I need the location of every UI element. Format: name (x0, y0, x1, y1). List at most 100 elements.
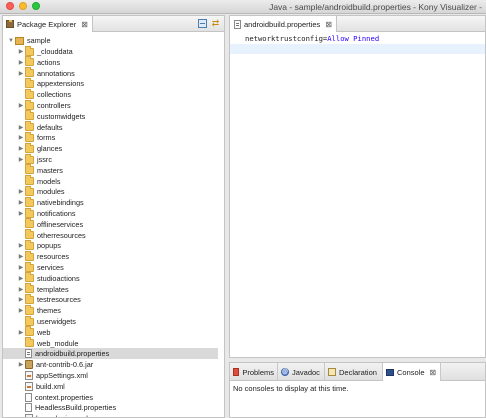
package-explorer-pane: Package Explorer ⊠ ⇄ ▼ sample ▶ _clouddat… (2, 15, 225, 418)
window-minimize-button[interactable] (19, 2, 27, 10)
tree-item-label: themes (37, 306, 61, 316)
chevron-right-icon[interactable]: ▶ (17, 361, 25, 369)
tree-item[interactable]: ▶ jssrc (17, 153, 52, 165)
tree-item[interactable]: konyplugins.xml (17, 413, 88, 417)
file-icon (25, 403, 32, 413)
chevron-right-icon[interactable]: ▶ (17, 274, 25, 282)
folder-icon (25, 250, 34, 261)
code-line-1[interactable]: networktrustconfig=Allow Pinned (230, 33, 485, 44)
chevron-down-icon[interactable]: ▼ (7, 37, 15, 45)
folder-icon (25, 229, 34, 240)
chevron-right-icon[interactable]: ▶ (17, 210, 25, 218)
tab-problems[interactable]: Problems (230, 363, 278, 381)
tree-item[interactable]: ▶ services (17, 261, 64, 273)
tree-item-label: models (37, 176, 61, 186)
chevron-right-icon[interactable]: ▶ (17, 102, 25, 110)
chevron-right-icon[interactable]: ▶ (17, 307, 25, 315)
tree-item[interactable]: appSettings.xml (17, 370, 88, 381)
tree-item[interactable]: build.xml (17, 381, 65, 392)
folder-icon (25, 337, 34, 348)
tree-item-label: appSettings.xml (36, 371, 88, 380)
tree-item[interactable]: ▶ themes (17, 304, 61, 316)
window-maximize-button[interactable] (32, 2, 40, 10)
chevron-right-icon[interactable]: ▶ (17, 48, 25, 56)
window-close-button[interactable] (6, 2, 14, 10)
tree-item[interactable]: androidbuild.properties (3, 348, 218, 360)
folder-icon (25, 142, 34, 153)
tab-declaration[interactable]: Declaration (325, 363, 383, 381)
close-icon[interactable]: ⊠ (325, 20, 332, 29)
tree-item[interactable]: context.properties (17, 392, 93, 403)
tree-item[interactable]: ▶ web (17, 326, 51, 338)
tree-item-label: konyplugins.xml (36, 414, 88, 417)
folder-icon (25, 326, 34, 337)
folder-icon (25, 207, 34, 218)
close-icon[interactable]: ⊠ (81, 20, 88, 29)
chevron-right-icon[interactable]: ▶ (17, 156, 25, 164)
collapse-all-icon[interactable] (198, 19, 207, 28)
bottom-panel: Problems @ Javadoc Declaration Console ⊠… (229, 362, 486, 418)
tree-item-label: notifications (37, 209, 76, 218)
tree-item-label: build.xml (36, 381, 65, 391)
tree-item[interactable]: ▶ forms (17, 131, 55, 143)
tree-project-row[interactable]: ▼ sample (7, 35, 51, 46)
folder-icon (25, 88, 34, 99)
chevron-right-icon[interactable]: ▶ (17, 296, 25, 304)
close-icon[interactable]: ⊠ (430, 368, 437, 377)
chevron-right-icon[interactable]: ▶ (17, 199, 25, 207)
chevron-right-icon[interactable]: ▶ (17, 145, 25, 153)
chevron-right-icon[interactable]: ▶ (17, 285, 25, 293)
tree-item-label: testresources (37, 295, 81, 305)
javadoc-icon: @ (281, 368, 289, 376)
link-with-editor-icon[interactable]: ⇄ (211, 19, 220, 28)
folder-icon (25, 293, 34, 304)
tree-item-label: annotations (37, 68, 75, 78)
chevron-right-icon[interactable]: ▶ (17, 328, 25, 336)
folder-icon (25, 175, 34, 186)
folder-icon (25, 185, 34, 196)
chevron-right-icon[interactable]: ▶ (17, 264, 25, 272)
console-message: No consoles to display at this time. (233, 384, 349, 393)
tree-item[interactable]: ▶ popups (17, 239, 61, 251)
chevron-right-icon[interactable]: ▶ (17, 69, 25, 77)
editor-tab-label: androidbuild.properties (244, 19, 321, 29)
tree-item-label: web (37, 327, 51, 337)
tree-item[interactable]: ▶ ant-contrib-0.6.jar (17, 359, 93, 370)
folder-icon (25, 121, 34, 132)
tree-item-label: userwidgets (37, 317, 76, 326)
folder-icon (25, 77, 34, 88)
tab-androidbuild-properties[interactable]: androidbuild.properties ⊠ (230, 16, 338, 32)
chevron-right-icon[interactable]: ▶ (17, 188, 25, 196)
chevron-right-icon[interactable]: ▶ (17, 123, 25, 131)
tab-javadoc[interactable]: @ Javadoc (278, 363, 325, 381)
tree-item-label: studioactions (37, 273, 80, 283)
properties-file-icon (234, 19, 241, 29)
chevron-right-icon[interactable]: ▶ (17, 253, 25, 261)
tree-item[interactable]: ▶ actions (17, 56, 60, 68)
tab-console[interactable]: Console ⊠ (383, 363, 441, 381)
tree-item[interactable]: ▶ defaults (17, 121, 63, 133)
chevron-right-icon[interactable]: ▶ (17, 58, 25, 66)
folder-icon (25, 56, 34, 67)
tree-item-label: customwidgets (37, 111, 86, 121)
editor-text-area[interactable]: networktrustconfig=Allow Pinned (230, 33, 485, 357)
tab-package-explorer[interactable]: Package Explorer ⊠ (3, 16, 93, 32)
chevron-right-icon[interactable]: ▶ (17, 134, 25, 142)
folder-icon (25, 196, 34, 207)
tab-label: Package Explorer (17, 19, 77, 29)
tree-item[interactable]: ▶ glances (17, 142, 62, 154)
file-icon (25, 392, 32, 402)
folder-icon (25, 261, 34, 272)
tree-item[interactable]: models (17, 175, 61, 187)
tree-item[interactable]: masters (17, 164, 63, 176)
chevron-right-icon[interactable]: ▶ (17, 242, 25, 250)
tree-item[interactable]: HeadlessBuild.properties (17, 402, 116, 413)
tree-item[interactable]: web_module (17, 337, 78, 349)
